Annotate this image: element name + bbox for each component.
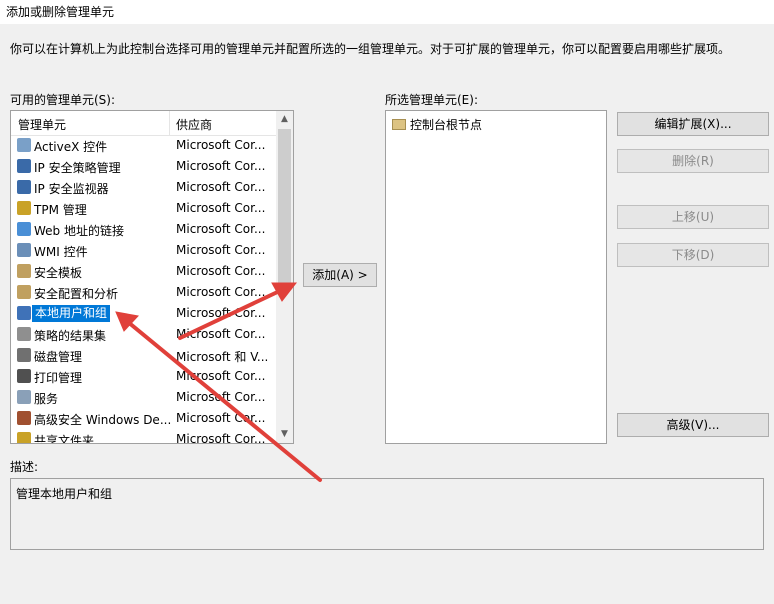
advanced-button[interactable]: 高级(V)... — [617, 413, 769, 437]
snapin-name: 磁盘管理 — [34, 350, 83, 364]
snapin-vendor: Microsoft Cor... — [176, 222, 266, 236]
scroll-thumb[interactable] — [278, 129, 291, 289]
list-item[interactable]: 共享文件夹 Microsoft Cor... — [11, 429, 277, 444]
scroll-up-icon[interactable]: ▲ — [276, 111, 293, 128]
vertical-scrollbar[interactable]: ▲ ▼ — [276, 111, 293, 443]
list-item[interactable]: 打印管理 Microsoft Cor... — [11, 366, 277, 387]
list-item[interactable]: ActiveX 控件 Microsoft Cor... — [11, 135, 277, 156]
snapin-icon — [17, 138, 31, 152]
remove-button[interactable]: 删除(R) — [617, 149, 769, 173]
list-item[interactable]: Web 地址的链接 Microsoft Cor... — [11, 219, 277, 240]
snapin-icon — [17, 306, 31, 320]
snapin-name: 策略的结果集 — [34, 329, 107, 343]
console-root-item[interactable]: 控制台根节点 — [392, 116, 482, 133]
snapin-vendor: Microsoft Cor... — [176, 411, 266, 425]
snapin-name: TPM 管理 — [34, 203, 87, 217]
snapin-name: 安全配置和分析 — [34, 287, 119, 301]
move-down-button[interactable]: 下移(D) — [617, 243, 769, 267]
snapin-name: 打印管理 — [34, 371, 83, 385]
snapin-vendor: Microsoft Cor... — [176, 432, 266, 444]
snapin-icon — [17, 390, 31, 404]
selected-snapins-list[interactable]: 控制台根节点 — [385, 110, 607, 444]
list-item[interactable]: WMI 控件 Microsoft Cor... — [11, 240, 277, 261]
snapin-vendor: Microsoft Cor... — [176, 201, 266, 215]
list-item[interactable]: 安全配置和分析 Microsoft Cor... — [11, 282, 277, 303]
snapin-name: Web 地址的链接 — [34, 224, 124, 238]
snapin-vendor: Microsoft Cor... — [176, 369, 266, 383]
snapin-vendor: Microsoft 和 V... — [176, 350, 269, 364]
snapin-name: 安全模板 — [34, 266, 83, 280]
snapin-icon — [17, 327, 31, 341]
snapin-icon — [17, 411, 31, 425]
description-text: 管理本地用户和组 — [16, 487, 113, 501]
snapin-vendor: Microsoft Cor... — [176, 180, 266, 194]
list-item[interactable]: 服务 Microsoft Cor... — [11, 387, 277, 408]
list-item[interactable]: TPM 管理 Microsoft Cor... — [11, 198, 277, 219]
snapin-icon — [17, 369, 31, 383]
description-label: 描述: — [10, 460, 39, 474]
snapin-icon — [17, 180, 31, 194]
list-item[interactable]: IP 安全策略管理 Microsoft Cor... — [11, 156, 277, 177]
add-button[interactable]: 添加(A) > — [303, 263, 377, 287]
available-label: 可用的管理单元(S): — [10, 93, 116, 107]
list-item[interactable]: 本地用户和组 Microsoft Cor... — [11, 303, 277, 324]
console-root-label: 控制台根节点 — [410, 118, 483, 132]
snapin-name: ActiveX 控件 — [34, 140, 108, 154]
snapin-icon — [17, 264, 31, 278]
snapin-vendor: Microsoft Cor... — [176, 390, 266, 404]
snapin-icon — [17, 348, 31, 362]
snapin-icon — [17, 222, 31, 236]
window-title: 添加或删除管理单元 — [6, 5, 115, 19]
snapin-icon — [17, 159, 31, 173]
snapin-vendor: Microsoft Cor... — [176, 327, 266, 341]
list-item[interactable]: 安全模板 Microsoft Cor... — [11, 261, 277, 282]
edit-extensions-button[interactable]: 编辑扩展(X)... — [617, 112, 769, 136]
move-up-button[interactable]: 上移(U) — [617, 205, 769, 229]
available-snapins-list[interactable]: 管理单元 供应商 ActiveX 控件 Microsoft Cor... IP 安全… — [10, 110, 294, 444]
snapin-vendor: Microsoft Cor... — [176, 306, 266, 320]
list-rows: ActiveX 控件 Microsoft Cor... IP 安全策略管理 Micro… — [11, 135, 277, 444]
snapin-vendor: Microsoft Cor... — [176, 138, 266, 152]
list-item[interactable]: 磁盘管理 Microsoft 和 V... — [11, 345, 277, 366]
column-header-vendor[interactable]: 供应商 — [176, 116, 212, 133]
snapin-name: WMI 控件 — [34, 245, 88, 259]
title-bar: 添加或删除管理单元 — [0, 0, 774, 24]
snapin-vendor: Microsoft Cor... — [176, 285, 266, 299]
snapin-name: 服务 — [34, 392, 59, 406]
list-item[interactable]: 高级安全 Windows De... Microsoft Cor... — [11, 408, 277, 429]
list-item[interactable]: IP 安全监视器 Microsoft Cor... — [11, 177, 277, 198]
snapin-name: 本地用户和组 — [32, 305, 111, 322]
list-item[interactable]: 策略的结果集 Microsoft Cor... — [11, 324, 277, 345]
snapin-vendor: Microsoft Cor... — [176, 159, 266, 173]
intro-text: 你可以在计算机上为此控制台选择可用的管理单元并配置所选的一组管理单元。对于可扩展… — [10, 42, 731, 56]
snapin-vendor: Microsoft Cor... — [176, 243, 266, 257]
snapin-name: 共享文件夹 — [34, 434, 95, 444]
snapin-name: 高级安全 Windows De... — [34, 413, 172, 427]
snapin-name: IP 安全策略管理 — [34, 161, 121, 175]
list-header: 管理单元 供应商 — [11, 111, 277, 136]
scroll-down-icon[interactable]: ▼ — [276, 426, 293, 443]
snapin-icon — [17, 432, 31, 443]
snapin-vendor: Microsoft Cor... — [176, 264, 266, 278]
snapin-name: IP 安全监视器 — [34, 182, 109, 196]
snapin-icon — [17, 285, 31, 299]
selected-label: 所选管理单元(E): — [385, 93, 478, 107]
description-box: 管理本地用户和组 — [10, 478, 764, 550]
snapin-icon — [17, 243, 31, 257]
column-header-name[interactable]: 管理单元 — [18, 116, 66, 133]
folder-icon — [392, 119, 406, 130]
snapin-icon — [17, 201, 31, 215]
column-divider[interactable] — [169, 111, 170, 135]
